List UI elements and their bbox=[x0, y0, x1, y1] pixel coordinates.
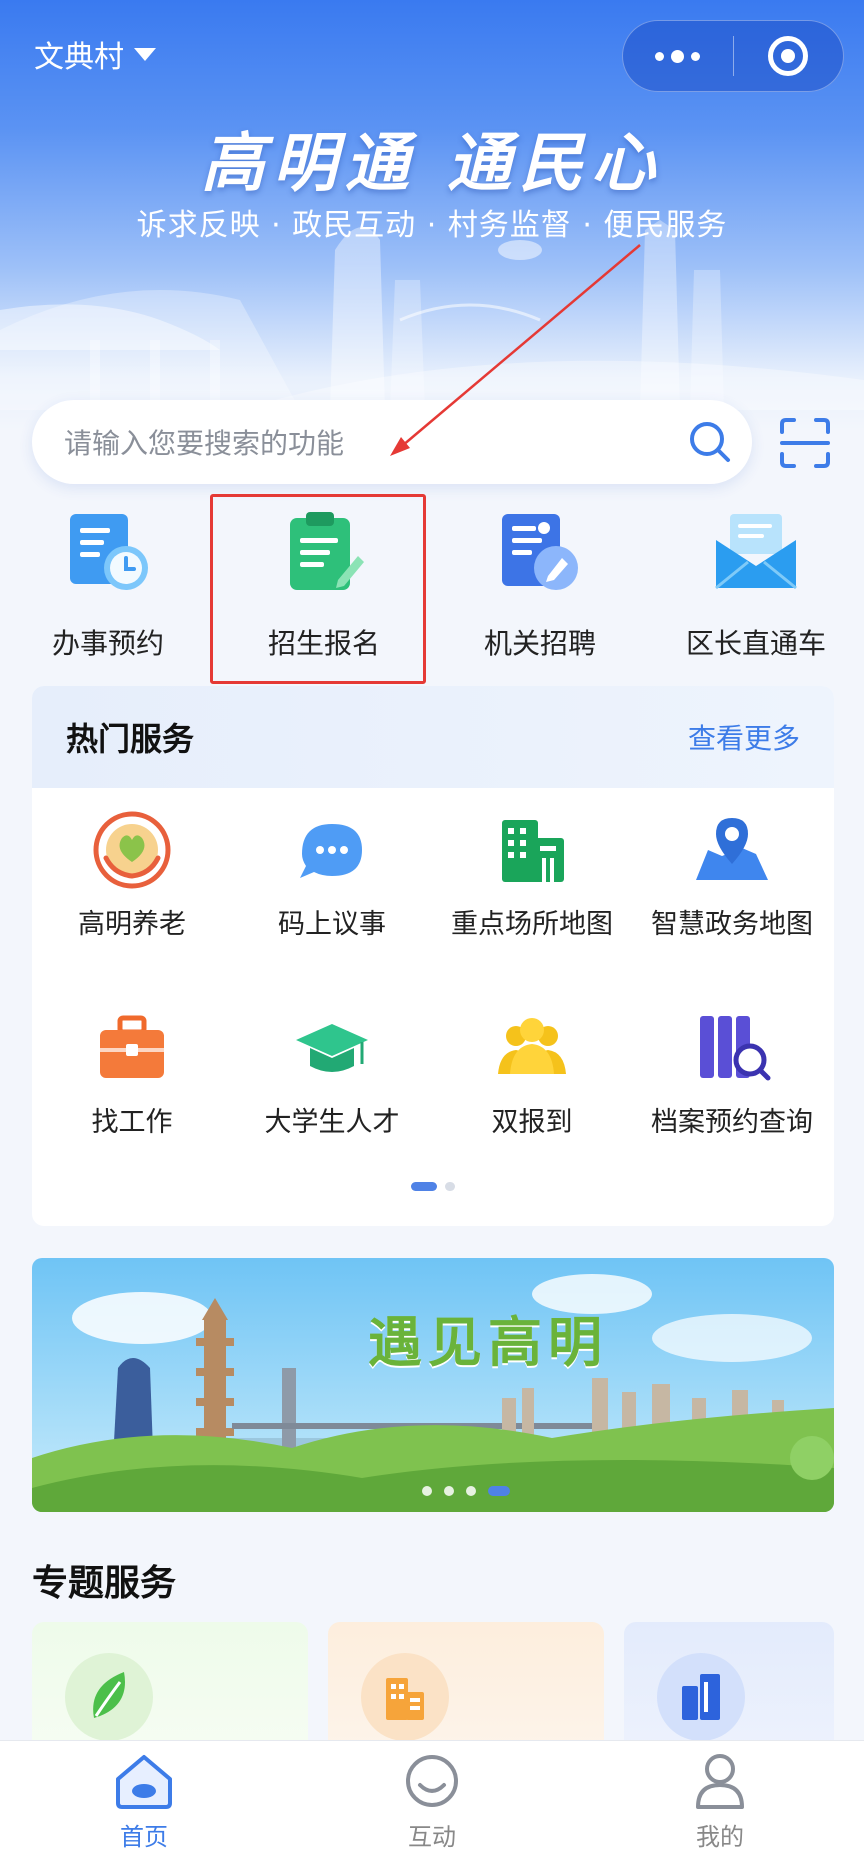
chat-bubble-icon bbox=[300, 824, 362, 878]
hot-service-label: 双报到 bbox=[491, 1107, 573, 1138]
pager-dot bbox=[445, 1182, 455, 1191]
tab-label: 我的 bbox=[696, 1823, 744, 1851]
banner-title: 遇见高明 bbox=[368, 1310, 608, 1374]
tab-label: 首页 bbox=[120, 1823, 168, 1851]
tab-interaction[interactable]: 互动 bbox=[288, 1741, 576, 1860]
hot-service-label: 找工作 bbox=[91, 1107, 173, 1138]
more-button[interactable] bbox=[623, 20, 733, 92]
tab-label: 互动 bbox=[408, 1823, 456, 1851]
tab-profile[interactable]: 我的 bbox=[576, 1741, 864, 1860]
hot-service-label: 智慧政务地图 bbox=[651, 909, 813, 940]
elderly-care-icon bbox=[93, 811, 171, 889]
miniprogram-capsule bbox=[622, 20, 844, 92]
briefcase-icon bbox=[100, 1015, 164, 1078]
hot-services-pager bbox=[32, 1182, 834, 1191]
slogan-subtitle: 诉求反映 · 政民互动 · 村务监督 · 便民服务 bbox=[136, 208, 728, 243]
quick-action-enrollment[interactable]: 招生报名 bbox=[216, 510, 432, 680]
hot-service-discussion[interactable]: 码上议事 bbox=[232, 788, 432, 948]
interaction-icon bbox=[406, 1755, 458, 1807]
pager-dot-active bbox=[411, 1182, 437, 1191]
quick-action-appointment[interactable]: 办事预约 bbox=[0, 510, 216, 680]
hot-service-label: 码上议事 bbox=[278, 909, 386, 940]
mail-icon bbox=[715, 514, 797, 590]
hot-service-label: 重点场所地图 bbox=[451, 909, 613, 940]
archive-search-icon bbox=[700, 1016, 771, 1081]
location-label: 文典村 bbox=[34, 40, 124, 75]
topic-services-title: 专题服务 bbox=[32, 1563, 177, 1604]
hot-service-label: 高明养老 bbox=[78, 909, 186, 940]
promo-banner[interactable]: 遇见高明 bbox=[32, 1258, 834, 1512]
hot-services-card: 热门服务 查看更多 高明养老 码上议事 重点场所地图 智慧政务地图 找工作 大学… bbox=[32, 686, 834, 1226]
pager-dot bbox=[444, 1486, 454, 1496]
tab-home[interactable]: 首页 bbox=[0, 1741, 288, 1860]
appointment-icon bbox=[70, 514, 148, 590]
building-icon bbox=[361, 1653, 449, 1741]
banner-pager bbox=[32, 1486, 834, 1496]
recruitment-icon bbox=[502, 514, 578, 590]
office-tower-icon bbox=[657, 1653, 745, 1741]
topic-card-green[interactable] bbox=[32, 1622, 308, 1752]
hot-service-graduate-talent[interactable]: 大学生人才 bbox=[232, 986, 432, 1146]
pager-dot bbox=[466, 1486, 476, 1496]
hot-service-gov-map[interactable]: 智慧政务地图 bbox=[632, 788, 832, 948]
hot-service-archive-query[interactable]: 档案预约查询 bbox=[632, 986, 832, 1146]
search-icon[interactable] bbox=[668, 400, 752, 484]
pager-dot-active bbox=[488, 1486, 510, 1496]
dot-icon bbox=[691, 51, 701, 61]
search-input[interactable]: 请输入您要搜索的功能 bbox=[32, 400, 752, 484]
quick-action-label: 机关招聘 bbox=[483, 627, 596, 660]
quick-action-director-mail[interactable]: 区长直通车 bbox=[648, 510, 864, 680]
home-icon bbox=[116, 1755, 172, 1809]
hot-services-title: 热门服务 bbox=[66, 720, 195, 758]
bottom-tab-bar: 首页 互动 我的 bbox=[0, 1740, 864, 1860]
hot-service-find-job[interactable]: 找工作 bbox=[32, 986, 232, 1146]
hot-service-elderly-care[interactable]: 高明养老 bbox=[32, 788, 232, 948]
quick-actions: 办事预约 招生报名 机关招聘 区长直通车 bbox=[0, 510, 864, 680]
graduation-cap-icon bbox=[296, 1024, 368, 1072]
caret-down-icon bbox=[134, 47, 156, 61]
search-placeholder: 请输入您要搜索的功能 bbox=[64, 427, 345, 460]
header-banner: 文典村 高明通 通民心 诉求反映 · 政民互动 · 村务监督 · 便民服务 bbox=[0, 0, 864, 430]
people-icon bbox=[498, 1018, 566, 1074]
dot-icon bbox=[655, 51, 665, 61]
close-miniprogram-button[interactable] bbox=[734, 20, 844, 92]
quick-action-label: 招生报名 bbox=[267, 627, 380, 660]
banner-illustration bbox=[32, 1258, 834, 1512]
location-selector[interactable]: 文典村 bbox=[34, 32, 156, 76]
target-icon bbox=[768, 36, 809, 76]
hot-service-dual-report[interactable]: 双报到 bbox=[432, 986, 632, 1146]
pager-dot bbox=[422, 1486, 432, 1496]
hot-service-key-places-map[interactable]: 重点场所地图 bbox=[432, 788, 632, 948]
hot-service-label: 档案预约查询 bbox=[651, 1107, 813, 1138]
slogan-title: 高明通 通民心 bbox=[200, 126, 664, 201]
profile-icon bbox=[696, 1754, 744, 1809]
map-pin-icon bbox=[696, 818, 768, 880]
quick-action-label: 办事预约 bbox=[51, 627, 164, 660]
topic-card-orange[interactable] bbox=[328, 1622, 604, 1752]
dot-icon bbox=[671, 49, 685, 63]
scan-icon[interactable] bbox=[778, 416, 832, 470]
hot-services-header: 热门服务 查看更多 bbox=[32, 686, 834, 788]
topic-card-blue[interactable] bbox=[624, 1622, 834, 1752]
hot-service-label: 大学生人才 bbox=[264, 1107, 400, 1138]
view-more-link[interactable]: 查看更多 bbox=[688, 717, 800, 757]
enrollment-clipboard-icon bbox=[290, 512, 364, 590]
leaf-icon bbox=[65, 1653, 153, 1741]
quick-action-recruitment[interactable]: 机关招聘 bbox=[432, 510, 648, 680]
quick-action-label: 区长直通车 bbox=[685, 627, 826, 660]
building-icon bbox=[502, 820, 564, 882]
